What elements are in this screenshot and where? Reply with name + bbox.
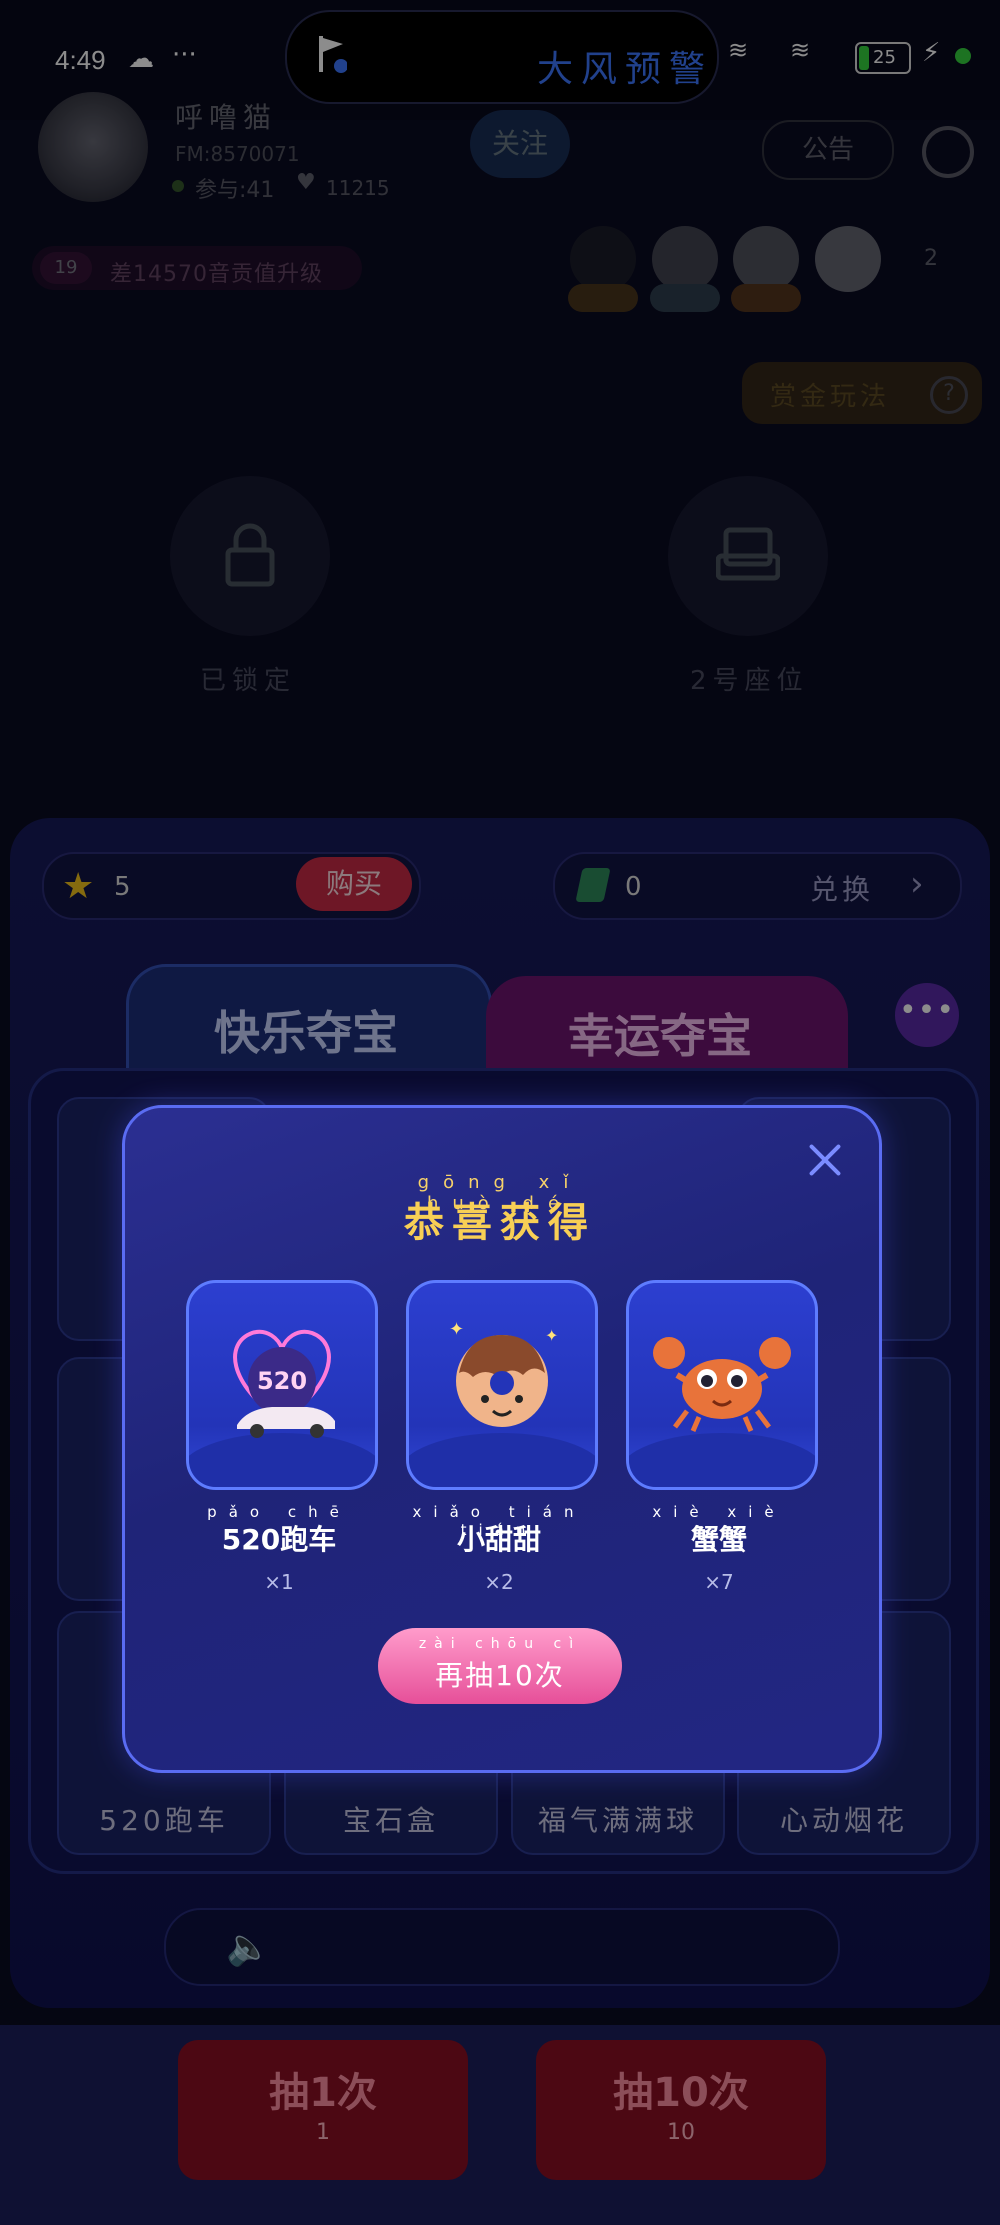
sports-car-icon: 520 bbox=[233, 1329, 335, 1438]
crab-icon bbox=[653, 1337, 791, 1432]
prize-qty: ×1 bbox=[264, 1570, 294, 1594]
prize-qty: ×7 bbox=[704, 1570, 734, 1594]
prize-card-crab bbox=[626, 1280, 818, 1490]
prize-name: 蟹蟹 bbox=[690, 1523, 747, 1556]
donut-icon: ✦ ✦ bbox=[449, 1319, 558, 1427]
svg-text:✦: ✦ bbox=[545, 1326, 558, 1345]
svg-text:520: 520 bbox=[257, 1367, 307, 1395]
draw-again-button[interactable]: zài chōu cì 再抽10次 bbox=[378, 1628, 622, 1704]
prize-card-sports-car: 520 bbox=[186, 1280, 378, 1490]
prize-name: 小甜甜 bbox=[456, 1523, 541, 1556]
prize-card-donut: ✦ ✦ bbox=[406, 1280, 598, 1490]
svg-text:✦: ✦ bbox=[449, 1319, 464, 1340]
prize-qty: ×2 bbox=[484, 1570, 514, 1594]
prize-name: 520跑车 bbox=[221, 1523, 337, 1556]
modal-title: 恭喜获得 bbox=[404, 1199, 596, 1246]
close-icon[interactable] bbox=[808, 1143, 842, 1177]
